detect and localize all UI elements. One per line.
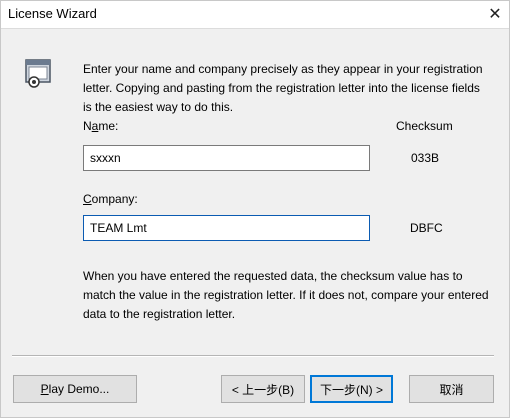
company-checksum: DBFC (410, 221, 443, 235)
checksum-header: Checksum (396, 119, 453, 133)
name-field[interactable]: sxxxn (83, 145, 370, 171)
name-label: Name: (83, 119, 119, 133)
window-title: License Wizard (8, 6, 97, 21)
close-icon[interactable]: ✕ (480, 0, 510, 28)
intro-text: Enter your name and company precisely as… (83, 62, 483, 114)
divider (12, 355, 494, 357)
back-button[interactable]: < 上一步(B) (221, 375, 305, 403)
cancel-button[interactable]: 取消 (409, 375, 494, 403)
outro-text: When you have entered the requested data… (83, 269, 489, 321)
play-demo-button[interactable]: Play Demo... (13, 375, 137, 403)
next-button[interactable]: 下一步(N) > (310, 375, 393, 403)
name-checksum: 033B (411, 151, 440, 165)
title-bar: License Wizard ✕ (0, 0, 510, 29)
company-label: Company: (83, 192, 138, 206)
company-field[interactable]: TEAM Lmt (83, 215, 370, 241)
license-wizard-icon (25, 59, 51, 88)
